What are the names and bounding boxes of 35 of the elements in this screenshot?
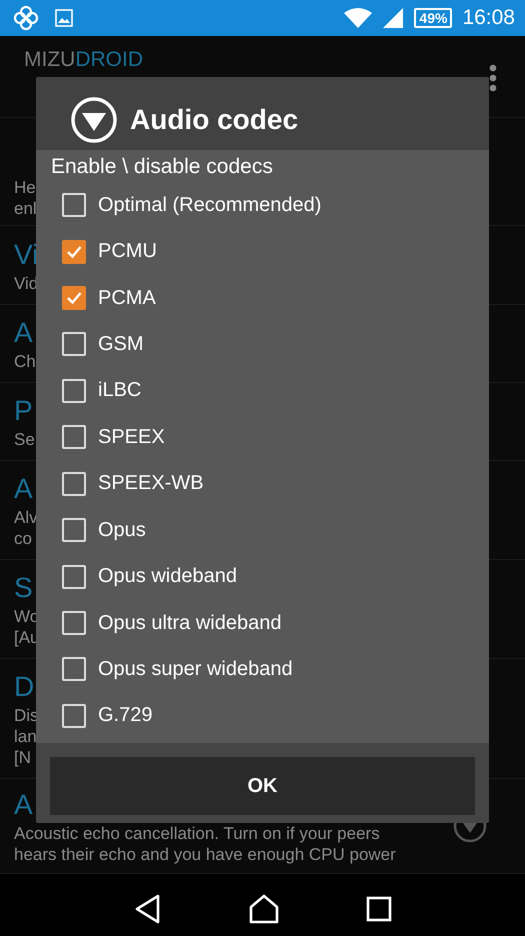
setting-title: D — [14, 670, 36, 704]
dialog-title: Audio codec — [130, 104, 298, 136]
checkbox-label: SPEEX-WB — [98, 472, 204, 496]
checkbox-label: GSM — [98, 332, 144, 356]
setting-description: hears their echo and you have enough CPU power — [14, 844, 396, 865]
clock-time: 16:08 — [462, 6, 515, 30]
app-logo-text: MIZU — [24, 48, 76, 71]
dialog-subtitle: Enable \ disable codecs — [51, 154, 274, 180]
checkbox-label: Opus super wideband — [98, 658, 293, 681]
setting-description: Alv — [14, 507, 38, 528]
checkbox-label: Optimal (Recommended) — [98, 194, 322, 217]
setting-title: A — [14, 316, 34, 350]
checkbox-label: SPEEX — [98, 426, 165, 449]
setting-description: He — [14, 177, 37, 198]
checkbox-label: Opus wideband — [98, 565, 237, 588]
setting-title: A — [14, 472, 34, 506]
ok-button[interactable]: OK — [50, 757, 475, 815]
setting-description: Ch — [14, 351, 36, 372]
setting-title: A — [14, 788, 34, 822]
setting-description: lan — [14, 726, 38, 747]
checkbox-label: iLBC — [98, 379, 142, 402]
setting-description: Acoustic echo cancellation. Turn on if your peers — [14, 823, 381, 844]
battery-indicator: 49% — [414, 8, 452, 28]
setting-description: co — [14, 528, 33, 549]
setting-description: Se — [14, 429, 35, 450]
setting-title: P — [14, 394, 34, 428]
setting-description: [N — [14, 747, 32, 768]
checkbox-label: Opus ultra wideband — [98, 612, 282, 634]
checkbox-label: PCMA — [98, 286, 156, 310]
checkbox-label: PCMU — [98, 240, 157, 264]
checkbox-label: G.729 — [98, 704, 152, 728]
app-logo-accent: DROID — [75, 48, 143, 71]
setting-description: enl — [14, 198, 37, 219]
setting-title: S — [14, 571, 34, 605]
checkbox-label: Opus — [98, 518, 146, 542]
